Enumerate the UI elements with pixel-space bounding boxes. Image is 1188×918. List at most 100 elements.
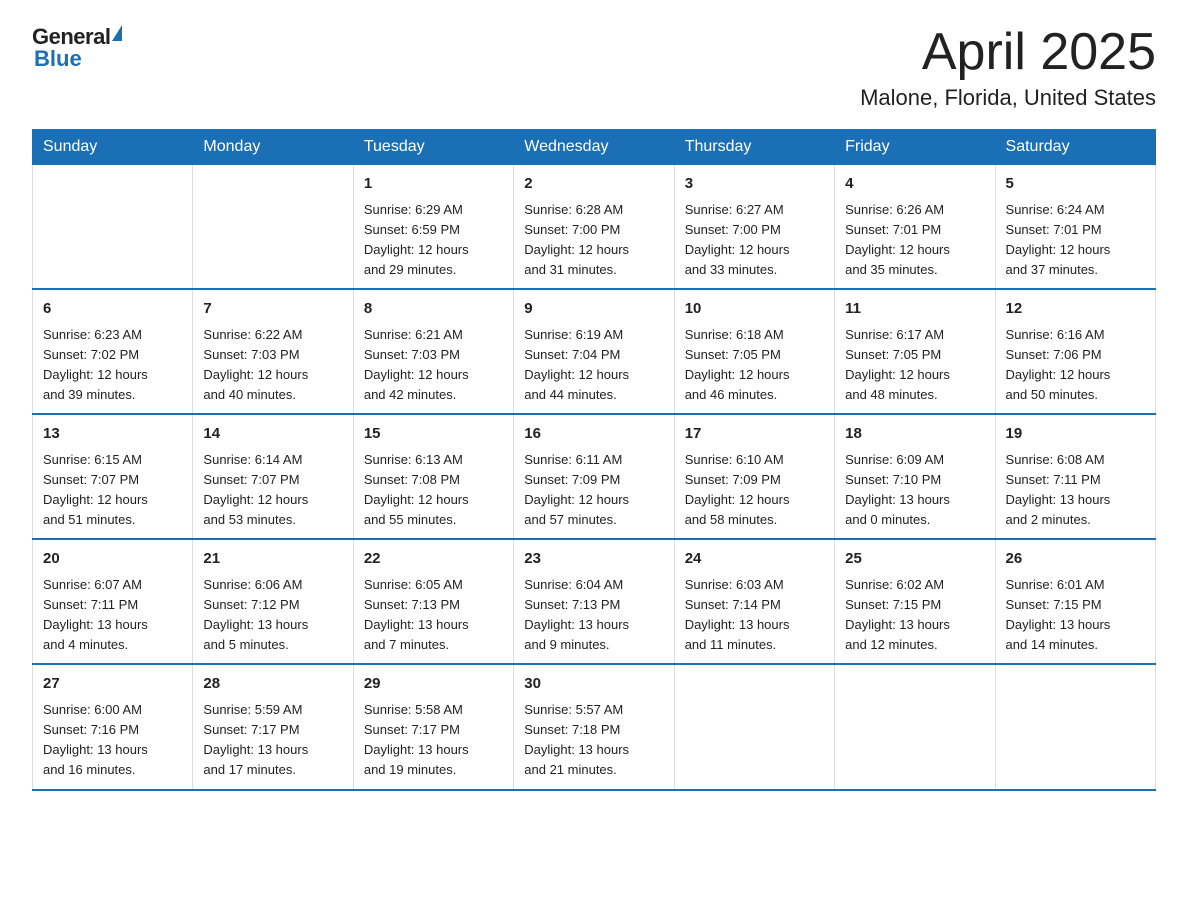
day-info: Sunrise: 6:00 AM Sunset: 7:16 PM Dayligh… [43,700,182,781]
calendar-cell [995,664,1155,789]
calendar-cell: 27 Sunrise: 6:00 AM Sunset: 7:16 PM Dayli… [33,664,193,789]
day-info: Sunrise: 6:01 AM Sunset: 7:15 PM Dayligh… [1006,575,1145,656]
day-number: 13 [43,423,182,446]
calendar-cell [33,165,193,290]
calendar-cell: 5Sunrise: 6:24 AM Sunset: 7:01 PM Daylig… [995,165,1155,290]
day-number: 17 [685,423,824,446]
day-number: 28 [203,673,342,696]
calendar-cell: 11 Sunrise: 6:17 AM Sunset: 7:05 PM Dayli… [835,289,995,414]
day-info: Sunrise: 6:26 AM Sunset: 7:01 PM Dayligh… [845,200,984,281]
day-number: 24 [685,548,824,571]
day-number: 26 [1006,548,1145,571]
calendar-cell: 12 Sunrise: 6:16 AM Sunset: 7:06 PM Dayli… [995,289,1155,414]
calendar-header-tuesday: Tuesday [353,130,513,165]
day-number: 29 [364,673,503,696]
day-number: 21 [203,548,342,571]
day-info: Sunrise: 6:08 AM Sunset: 7:11 PM Dayligh… [1006,450,1145,531]
day-info: Sunrise: 6:11 AM Sunset: 7:09 PM Dayligh… [524,450,663,531]
calendar-cell: 18 Sunrise: 6:09 AM Sunset: 7:10 PM Dayli… [835,414,995,539]
day-info: Sunrise: 6:14 AM Sunset: 7:07 PM Dayligh… [203,450,342,531]
calendar-header-saturday: Saturday [995,130,1155,165]
calendar-cell: 17 Sunrise: 6:10 AM Sunset: 7:09 PM Dayli… [674,414,834,539]
day-info: Sunrise: 6:23 AM Sunset: 7:02 PM Dayligh… [43,325,182,406]
day-info: Sunrise: 6:18 AM Sunset: 7:05 PM Dayligh… [685,325,824,406]
calendar-cell: 29 Sunrise: 5:58 AM Sunset: 7:17 PM Dayli… [353,664,513,789]
calendar-cell: 28Sunrise: 5:59 AM Sunset: 7:17 PM Dayli… [193,664,353,789]
calendar-week-row: 20 Sunrise: 6:07 AM Sunset: 7:11 PM Dayli… [33,539,1156,664]
calendar-cell: 3 Sunrise: 6:27 AM Sunset: 7:00 PM Daylig… [674,165,834,290]
calendar-cell: 16 Sunrise: 6:11 AM Sunset: 7:09 PM Dayli… [514,414,674,539]
day-number: 12 [1006,298,1145,321]
calendar-cell: 20 Sunrise: 6:07 AM Sunset: 7:11 PM Dayli… [33,539,193,664]
day-number: 6 [43,298,182,321]
calendar-cell [835,664,995,789]
calendar-cell [674,664,834,789]
day-info: Sunrise: 6:03 AM Sunset: 7:14 PM Dayligh… [685,575,824,656]
calendar-week-row: 27 Sunrise: 6:00 AM Sunset: 7:16 PM Dayli… [33,664,1156,789]
day-info: Sunrise: 6:19 AM Sunset: 7:04 PM Dayligh… [524,325,663,406]
day-number: 16 [524,423,663,446]
calendar-cell: 26 Sunrise: 6:01 AM Sunset: 7:15 PM Dayli… [995,539,1155,664]
day-info: Sunrise: 6:16 AM Sunset: 7:06 PM Dayligh… [1006,325,1145,406]
day-number: 4 [845,173,984,196]
calendar-cell: 14 Sunrise: 6:14 AM Sunset: 7:07 PM Dayli… [193,414,353,539]
day-number: 11 [845,298,984,321]
day-info: Sunrise: 6:13 AM Sunset: 7:08 PM Dayligh… [364,450,503,531]
calendar-cell: 10Sunrise: 6:18 AM Sunset: 7:05 PM Dayli… [674,289,834,414]
calendar-table: SundayMondayTuesdayWednesdayThursdayFrid… [32,129,1156,790]
calendar-cell: 25Sunrise: 6:02 AM Sunset: 7:15 PM Dayli… [835,539,995,664]
calendar-header-row: SundayMondayTuesdayWednesdayThursdayFrid… [33,130,1156,165]
day-number: 22 [364,548,503,571]
day-number: 15 [364,423,503,446]
calendar-week-row: 13 Sunrise: 6:15 AM Sunset: 7:07 PM Dayli… [33,414,1156,539]
calendar-cell: 1Sunrise: 6:29 AM Sunset: 6:59 PM Daylig… [353,165,513,290]
day-number: 7 [203,298,342,321]
day-number: 27 [43,673,182,696]
day-info: Sunrise: 5:57 AM Sunset: 7:18 PM Dayligh… [524,700,663,781]
calendar-cell: 15 Sunrise: 6:13 AM Sunset: 7:08 PM Dayli… [353,414,513,539]
calendar-cell: 13 Sunrise: 6:15 AM Sunset: 7:07 PM Dayli… [33,414,193,539]
day-info: Sunrise: 6:05 AM Sunset: 7:13 PM Dayligh… [364,575,503,656]
day-info: Sunrise: 6:07 AM Sunset: 7:11 PM Dayligh… [43,575,182,656]
calendar-header-friday: Friday [835,130,995,165]
page-header: General Blue April 2025 Malone, Florida,… [32,24,1156,111]
logo-triangle-icon [112,25,122,41]
calendar-header-thursday: Thursday [674,130,834,165]
day-info: Sunrise: 6:28 AM Sunset: 7:00 PM Dayligh… [524,200,663,281]
calendar-cell: 6 Sunrise: 6:23 AM Sunset: 7:02 PM Daylig… [33,289,193,414]
day-info: Sunrise: 6:15 AM Sunset: 7:07 PM Dayligh… [43,450,182,531]
day-number: 5 [1006,173,1145,196]
logo: General Blue [32,24,122,72]
day-info: Sunrise: 6:22 AM Sunset: 7:03 PM Dayligh… [203,325,342,406]
calendar-cell: 24 Sunrise: 6:03 AM Sunset: 7:14 PM Dayli… [674,539,834,664]
calendar-cell: 9Sunrise: 6:19 AM Sunset: 7:04 PM Daylig… [514,289,674,414]
day-info: Sunrise: 6:27 AM Sunset: 7:00 PM Dayligh… [685,200,824,281]
calendar-header-wednesday: Wednesday [514,130,674,165]
calendar-header-sunday: Sunday [33,130,193,165]
day-info: Sunrise: 6:21 AM Sunset: 7:03 PM Dayligh… [364,325,503,406]
calendar-cell: 30Sunrise: 5:57 AM Sunset: 7:18 PM Dayli… [514,664,674,789]
day-number: 3 [685,173,824,196]
day-info: Sunrise: 6:10 AM Sunset: 7:09 PM Dayligh… [685,450,824,531]
day-info: Sunrise: 6:17 AM Sunset: 7:05 PM Dayligh… [845,325,984,406]
day-number: 14 [203,423,342,446]
page-subtitle: Malone, Florida, United States [860,85,1156,111]
calendar-cell: 23Sunrise: 6:04 AM Sunset: 7:13 PM Dayli… [514,539,674,664]
page-title: April 2025 [860,24,1156,81]
day-number: 19 [1006,423,1145,446]
day-number: 1 [364,173,503,196]
day-info: Sunrise: 6:04 AM Sunset: 7:13 PM Dayligh… [524,575,663,656]
calendar-week-row: 6 Sunrise: 6:23 AM Sunset: 7:02 PM Daylig… [33,289,1156,414]
day-info: Sunrise: 6:09 AM Sunset: 7:10 PM Dayligh… [845,450,984,531]
logo-text-blue: Blue [34,46,82,72]
calendar-cell: 4 Sunrise: 6:26 AM Sunset: 7:01 PM Daylig… [835,165,995,290]
calendar-cell: 2 Sunrise: 6:28 AM Sunset: 7:00 PM Daylig… [514,165,674,290]
day-number: 20 [43,548,182,571]
calendar-cell: 8Sunrise: 6:21 AM Sunset: 7:03 PM Daylig… [353,289,513,414]
calendar-cell: 22 Sunrise: 6:05 AM Sunset: 7:13 PM Dayli… [353,539,513,664]
day-number: 2 [524,173,663,196]
calendar-cell: 21Sunrise: 6:06 AM Sunset: 7:12 PM Dayli… [193,539,353,664]
day-info: Sunrise: 5:58 AM Sunset: 7:17 PM Dayligh… [364,700,503,781]
day-number: 18 [845,423,984,446]
calendar-cell: 19 Sunrise: 6:08 AM Sunset: 7:11 PM Dayli… [995,414,1155,539]
